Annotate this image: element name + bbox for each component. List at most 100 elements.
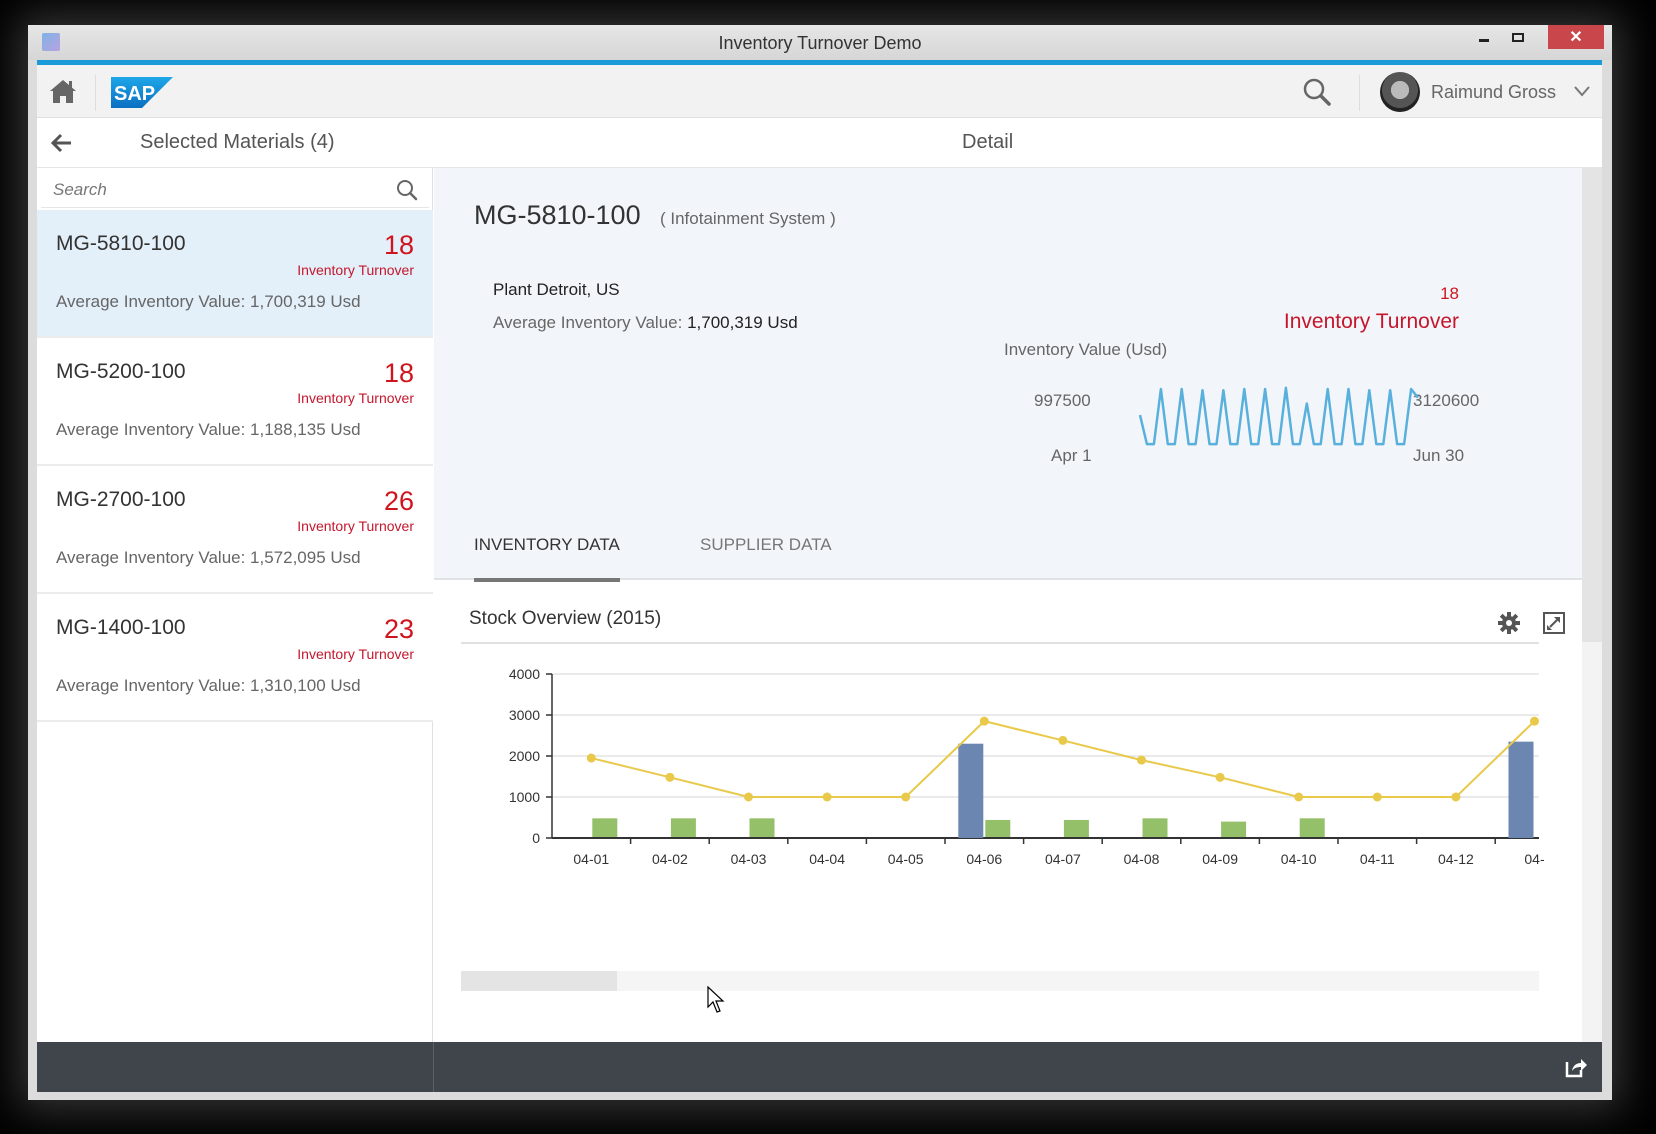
x-tick-label: 04- (1524, 851, 1545, 867)
scrollbar-thumb[interactable] (1582, 168, 1602, 642)
sparkline-series (1138, 386, 1419, 446)
maximize-button[interactable] (1504, 25, 1532, 49)
line-point (1294, 792, 1304, 802)
average-inventory-value: Average Inventory Value: 1,700,319 Usd (56, 292, 361, 311)
search-input[interactable] (41, 172, 381, 208)
minimize-button[interactable] (1470, 25, 1498, 49)
x-tick-label: 04-07 (1045, 851, 1081, 867)
x-tick-label: 04-03 (731, 851, 767, 867)
line-point (1137, 755, 1146, 765)
list-item[interactable]: MG-5200-100 18 Inventory Turnover Averag… (37, 338, 433, 466)
fullscreen-button[interactable] (1542, 611, 1566, 635)
shell-header: SAP Raimund Gross (37, 65, 1602, 118)
sparkline-start-label: Apr 1 (1051, 446, 1092, 465)
shell-divider (1359, 75, 1360, 111)
app-client: SAP Raimund Gross Selected Materials (4)… (37, 60, 1602, 1092)
turnover-value: 26 (383, 486, 414, 516)
maximize-icon (1512, 32, 1524, 42)
x-tick-label: 04-01 (573, 851, 609, 867)
line-point (1451, 792, 1461, 802)
footer-divider (433, 1042, 434, 1092)
turnover-value: 18 (383, 358, 414, 388)
title-bar[interactable]: Inventory Turnover Demo ✕ (28, 25, 1612, 60)
tab-supplier-data[interactable]: SUPPLIER DATA (700, 535, 832, 580)
bar-issues (592, 818, 618, 837)
tab-inventory-data[interactable]: INVENTORY DATA (474, 535, 620, 582)
chart-horizontal-scrollbar[interactable] (461, 971, 1539, 991)
footer-bar (37, 1042, 1602, 1092)
avg-value-label: Average Inventory Value: (493, 313, 688, 332)
average-inventory-value: Average Inventory Value: 1,572,095 Usd (56, 548, 361, 567)
chart-header-divider (461, 642, 1539, 644)
sap-logo-text: SAP (114, 83, 155, 105)
chart-settings-button[interactable] (1497, 611, 1521, 635)
bar-receipts (958, 743, 984, 838)
x-tick-label: 04-10 (1281, 851, 1317, 867)
line-point (1215, 772, 1225, 782)
plot-area (586, 716, 1539, 838)
line-point (979, 716, 989, 726)
search-submit-button[interactable] (395, 178, 419, 202)
sap-logo-icon: SAP (111, 77, 173, 108)
list-item[interactable]: MG-5810-100 18 Inventory Turnover Averag… (37, 210, 433, 338)
bar-issues (1142, 818, 1168, 837)
average-inventory-value: Average Inventory Value: 1,700,319 Usd (493, 313, 798, 333)
share-button[interactable] (1564, 1055, 1588, 1079)
line-point (744, 792, 753, 802)
list-item[interactable]: MG-2700-100 26 Inventory Turnover Averag… (37, 466, 433, 594)
search-icon (397, 180, 418, 201)
line-stock (591, 720, 1536, 798)
object-subtitle: ( Infotainment System ) (660, 209, 836, 228)
master-list-pane: MG-5810-100 18 Inventory Turnover Averag… (37, 168, 433, 1042)
turnover-label: Inventory Turnover (297, 390, 414, 406)
list-item[interactable]: MG-1400-100 23 Inventory Turnover Averag… (37, 594, 433, 722)
mouse-cursor-icon (707, 986, 725, 1013)
bar-issues (670, 818, 696, 837)
master-title: Selected Materials (4) (140, 131, 335, 153)
home-button[interactable] (47, 75, 79, 107)
chart-title: Stock Overview (2015) (469, 608, 662, 629)
x-tick-label: 04-08 (1124, 851, 1160, 867)
turnover-value: 23 (383, 614, 414, 644)
user-name[interactable]: Raimund Gross (1431, 82, 1556, 103)
inventory-value-sparkline (1138, 386, 1419, 446)
materials-list: MG-5810-100 18 Inventory Turnover Averag… (37, 210, 433, 722)
back-button[interactable] (49, 130, 75, 156)
line-point (1058, 735, 1068, 745)
x-tick-label: 04-02 (652, 851, 688, 867)
material-id: MG-5810-100 (56, 232, 186, 255)
avg-value-amount: 1,700,319 Usd (687, 313, 798, 332)
turnover-label: Inventory Turnover (297, 262, 414, 278)
user-menu-button[interactable] (1572, 81, 1592, 101)
line-point (665, 772, 675, 782)
detail-pane: MG-5810-100 ( Infotainment System ) Plan… (434, 168, 1582, 1042)
close-button[interactable]: ✕ (1548, 25, 1604, 49)
line-point (1372, 792, 1382, 802)
detail-title: Detail (962, 131, 1014, 153)
bar-issues (1221, 821, 1247, 837)
sparkline-title: Inventory Value (Usd) (1004, 340, 1168, 359)
detail-vertical-scrollbar[interactable] (1582, 168, 1602, 1042)
x-tick-label: 04-06 (966, 851, 1002, 867)
line-point (822, 792, 832, 802)
kpi-turnover-value: 18 (1440, 284, 1459, 303)
shell-divider (95, 75, 96, 111)
share-icon (1565, 1059, 1587, 1078)
chevron-down-icon (1574, 86, 1590, 97)
bar-issues (1299, 818, 1325, 837)
bar-issues (985, 819, 1011, 837)
plant-label: Plant Detroit, US (493, 280, 620, 299)
user-avatar[interactable] (1380, 72, 1420, 112)
back-arrow-icon (50, 133, 71, 153)
global-search-button[interactable] (1302, 77, 1332, 107)
tab-label: INVENTORY DATA (474, 535, 620, 554)
bar-issues (749, 818, 775, 837)
x-tick-label: 04-12 (1438, 851, 1474, 867)
scrollbar-thumb[interactable] (461, 971, 617, 991)
expand-icon (1543, 612, 1565, 634)
home-icon (50, 80, 76, 103)
average-inventory-value: Average Inventory Value: 1,188,135 Usd (56, 420, 361, 439)
bar-issues (1063, 819, 1089, 837)
turnover-value: 18 (383, 230, 414, 260)
sap-logo[interactable]: SAP (111, 77, 173, 108)
